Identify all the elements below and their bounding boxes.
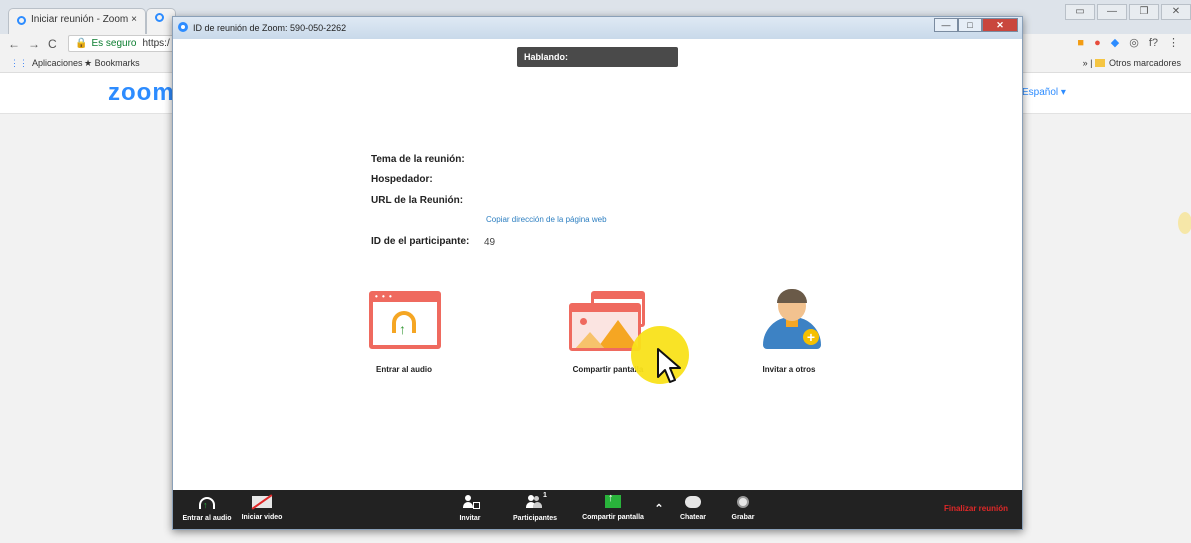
lock-icon: 🔒: [75, 38, 88, 49]
zoom-app-icon: [178, 22, 188, 32]
bookmark-bookmarks-label: Bookmarks: [94, 58, 140, 68]
toolbar-audio-label: Entrar al audio: [182, 515, 232, 522]
toolbar-participants-button[interactable]: 1 Participantes: [507, 490, 563, 529]
meeting-url-label: URL de la Reunión:: [371, 195, 464, 206]
window-close-button[interactable]: ✕: [982, 18, 1018, 32]
reload-icon[interactable]: C: [48, 37, 65, 51]
zoom-window-title: ID de reunión de Zoom: 590-050-2262: [193, 23, 347, 33]
speaking-indicator: Hablando:: [517, 47, 678, 67]
bookmark-bookmarks[interactable]: ★ Bookmarks: [84, 58, 140, 69]
toolbar-chat-button[interactable]: Chatear: [675, 490, 711, 529]
toolbar-participants-label: Participantes: [513, 515, 557, 522]
toolbar-chat-label: Chatear: [679, 514, 707, 521]
share-options-caret-icon[interactable]: ⌃: [653, 502, 665, 529]
browser-close-icon[interactable]: ✕: [1161, 4, 1191, 20]
end-meeting-button[interactable]: Finalizar reunión: [944, 504, 1008, 513]
toolbar-record-label: Grabar: [731, 514, 755, 521]
zoom-meeting-window: ID de reunión de Zoom: 590-050-2262 — □ …: [172, 16, 1023, 530]
participant-id-value: 49: [484, 237, 496, 248]
extension-folder-icon[interactable]: ■: [1077, 37, 1084, 49]
toolbar-record-button[interactable]: Grabar: [725, 490, 761, 529]
share-screen-icon: [569, 303, 641, 351]
toolbar-start-video-button[interactable]: Iniciar video: [237, 490, 287, 529]
toolbar-video-label: Iniciar video: [241, 514, 283, 521]
toolbar-share-screen-button[interactable]: Compartir pantalla: [577, 490, 649, 529]
video-off-icon: [252, 496, 272, 508]
participants-count: 1: [543, 492, 547, 499]
zoom-favicon-icon: [17, 16, 26, 25]
bookmark-other-label: Otros marcadores: [1108, 58, 1181, 68]
window-maximize-button[interactable]: □: [958, 18, 982, 32]
extension-grey-icon[interactable]: ◎: [1129, 37, 1139, 49]
bookmark-apps-label: Aplicaciones: [32, 58, 83, 68]
back-icon[interactable]: ←: [8, 37, 28, 51]
browser-minimize-icon[interactable]: —: [1097, 4, 1127, 20]
star-icon: ★: [84, 58, 95, 68]
browser-nav-buttons: ←→C: [8, 37, 65, 51]
extension-red-icon[interactable]: ●: [1094, 37, 1101, 49]
extension-fx-icon[interactable]: f?: [1149, 37, 1158, 49]
record-icon: [737, 496, 749, 508]
participant-id-label: ID de el participante:: [371, 236, 470, 247]
toolbar-invite-button[interactable]: Invitar: [453, 490, 487, 529]
browser-tab-title: Iniciar reunión - Zoom: [31, 14, 129, 25]
bookmark-apps[interactable]: ⋮⋮ Aplicaciones: [10, 58, 83, 69]
meeting-topic-label: Tema de la reunión:: [371, 154, 465, 165]
folder-icon: [1094, 59, 1105, 67]
browser-user-icon[interactable]: ▭: [1065, 4, 1095, 20]
invite-icon: [463, 495, 480, 509]
window-minimize-button[interactable]: —: [934, 18, 958, 32]
decorative-glow: [1178, 212, 1191, 234]
bookmark-other[interactable]: » | Otros marcadores: [1083, 58, 1181, 68]
zoom-title-bar: ID de reunión de Zoom: 590-050-2262 — □ …: [173, 17, 1022, 39]
browser-extensions: ■ ● ◆ ◎ f? ⋮: [1067, 36, 1179, 49]
security-label: Es seguro: [91, 38, 137, 49]
forward-icon[interactable]: →: [28, 37, 48, 51]
share-screen-icon: [605, 492, 621, 508]
zoom-site-logo[interactable]: zoom: [108, 79, 175, 107]
headphones-icon: [199, 497, 215, 510]
language-selector[interactable]: Español ▾: [1022, 87, 1066, 98]
apps-grid-icon: ⋮⋮: [10, 58, 28, 68]
join-audio-label: Entrar al audio: [375, 365, 432, 374]
invite-others-label: Invitar a otros: [762, 365, 816, 374]
zoom-favicon-icon: [155, 13, 164, 22]
browser-tab-zoom[interactable]: Iniciar reunión - Zoom ×: [8, 8, 146, 34]
participants-icon: 1: [526, 492, 547, 509]
browser-menu-icon[interactable]: ⋮: [1168, 37, 1179, 49]
url-text: https:/: [142, 38, 170, 49]
browser-maximize-icon[interactable]: ❐: [1129, 4, 1159, 20]
toolbar-join-audio-button[interactable]: Entrar al audio: [179, 490, 235, 529]
chat-icon: [685, 496, 701, 508]
meeting-host-label: Hospedador:: [371, 174, 433, 185]
mouse-pointer-icon: [657, 348, 681, 383]
toolbar-share-label: Compartir pantalla: [582, 514, 644, 521]
tab-close-icon[interactable]: ×: [131, 14, 137, 25]
copy-url-link[interactable]: Copiar dirección de la página web: [486, 215, 607, 224]
extension-blue-icon[interactable]: ◆: [1111, 37, 1119, 49]
browser-window-controls: ▭ — ❐ ✕: [1063, 4, 1191, 20]
headphones-icon: • • • ↑: [369, 291, 441, 349]
url-input[interactable]: 🔒 Es seguro https:/: [68, 35, 188, 52]
meeting-toolbar: Entrar al audio Iniciar video Invitar 1 …: [173, 490, 1022, 529]
overflow-chevron-icon: » |: [1082, 58, 1095, 68]
toolbar-invite-label: Invitar: [459, 515, 481, 522]
